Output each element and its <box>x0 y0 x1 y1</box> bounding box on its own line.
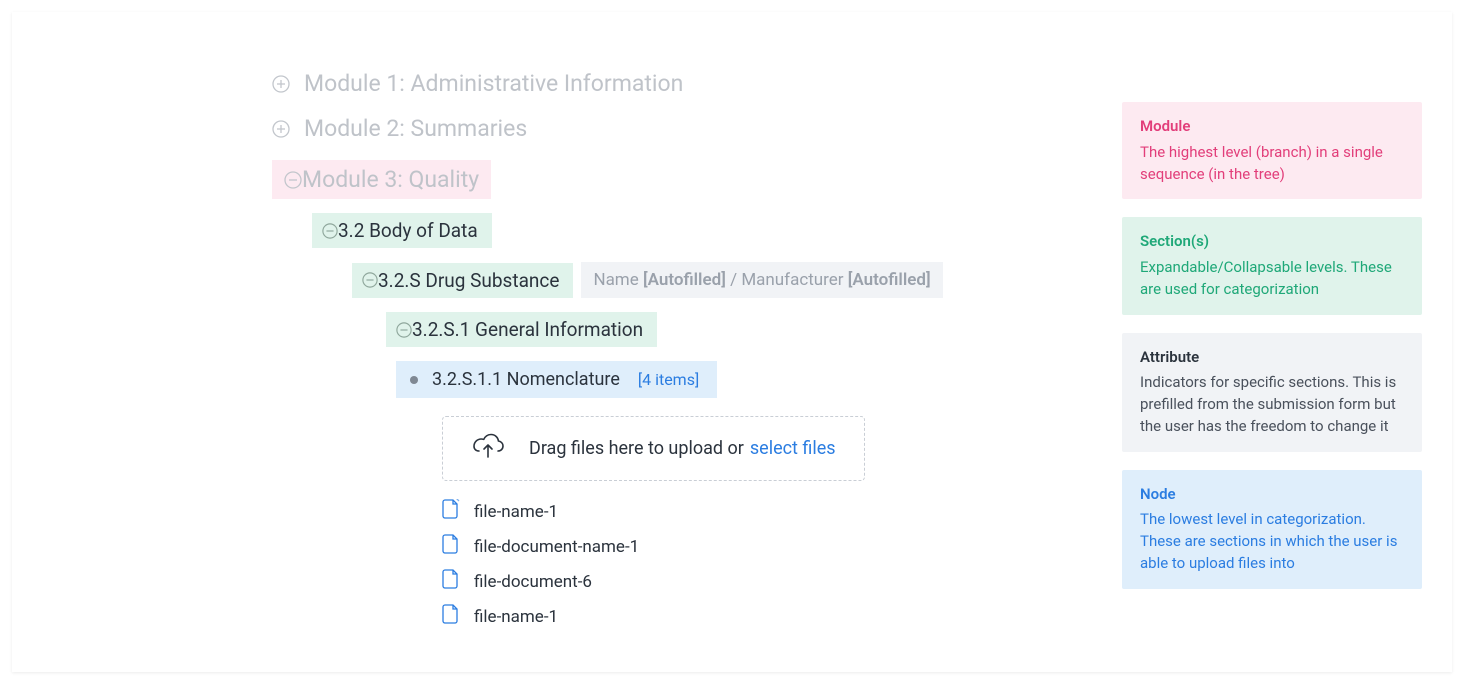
minus-circle-icon <box>284 171 302 189</box>
legend-card-attribute: Attribute Indicators for specific sectio… <box>1122 333 1422 452</box>
file-name: file-name-1 <box>474 607 558 627</box>
legend-module-body: The highest level (branch) in a single s… <box>1140 142 1404 186</box>
module-2-label: Module 2: Summaries <box>304 115 527 142</box>
legend-section-body: Expandable/Collapsable levels. These are… <box>1140 257 1404 301</box>
attr-mfr-label: Manufacturer <box>741 270 843 290</box>
legend-attr-body: Indicators for specific sections. This i… <box>1140 372 1404 437</box>
list-item[interactable]: file-document-6 <box>442 569 1072 594</box>
document-icon <box>442 604 460 629</box>
legend-card-module: Module The highest level (branch) in a s… <box>1122 102 1422 199</box>
module-1-label: Module 1: Administrative Information <box>304 70 683 97</box>
attr-name-value: [Autofilled] <box>643 270 726 290</box>
attr-mfr-value: [Autofilled] <box>848 270 931 290</box>
plus-circle-icon <box>272 75 290 93</box>
dropzone-text: Drag files here to upload or <box>529 438 744 459</box>
file-name: file-document-name-1 <box>474 537 639 557</box>
attr-name-label: Name <box>593 270 638 290</box>
minus-circle-icon <box>396 322 412 338</box>
legend-card-node: Node The lowest level in categorization.… <box>1122 470 1422 589</box>
section-row-32s[interactable]: 3.2.S Drug Substance <box>352 263 573 298</box>
section-row-32[interactable]: 3.2 Body of Data <box>312 213 492 248</box>
minus-circle-icon <box>362 272 378 288</box>
legend-module-title: Module <box>1140 116 1404 138</box>
legend-section-title: Section(s) <box>1140 231 1404 253</box>
minus-circle-icon <box>322 223 338 239</box>
node-32s11-label: 3.2.S.1.1 Nomenclature <box>432 369 620 390</box>
tree-panel: Module 1: Administrative Information Mod… <box>12 12 1072 672</box>
bullet-icon <box>410 376 418 384</box>
app-frame: Module 1: Administrative Information Mod… <box>12 12 1452 672</box>
attr-sep: / <box>730 270 741 290</box>
section-row-32s1[interactable]: 3.2.S.1 General Information <box>386 312 657 347</box>
module-3-label: Module 3: Quality <box>302 166 479 193</box>
document-icon <box>442 499 460 524</box>
legend-attr-title: Attribute <box>1140 347 1404 369</box>
file-list: file-name-1 file-document-name-1 file-do… <box>442 499 1072 629</box>
list-item[interactable]: file-name-1 <box>442 604 1072 629</box>
file-name: file-document-6 <box>474 572 592 592</box>
legend-card-section: Section(s) Expandable/Collapsable levels… <box>1122 217 1422 314</box>
plus-circle-icon <box>272 120 290 138</box>
file-name: file-name-1 <box>474 502 558 522</box>
legend-node-body: The lowest level in categorization. Thes… <box>1140 509 1404 574</box>
attribute-block[interactable]: Name [Autofilled] / Manufacturer [Autofi… <box>581 262 942 298</box>
document-icon <box>442 534 460 559</box>
legend-node-title: Node <box>1140 484 1404 506</box>
list-item[interactable]: file-document-name-1 <box>442 534 1072 559</box>
node-item-count: [4 items] <box>638 370 699 389</box>
cloud-upload-icon <box>471 433 505 464</box>
list-item[interactable]: file-name-1 <box>442 499 1072 524</box>
select-files-link[interactable]: select files <box>750 438 836 459</box>
section-32-label: 3.2 Body of Data <box>338 219 478 242</box>
section-32s-label: 3.2.S Drug Substance <box>378 269 559 292</box>
document-icon <box>442 569 460 594</box>
module-row-2[interactable]: Module 2: Summaries <box>272 115 1072 142</box>
module-row-1[interactable]: Module 1: Administrative Information <box>272 70 1072 97</box>
module-row-3[interactable]: Module 3: Quality <box>272 160 491 199</box>
section-32s1-label: 3.2.S.1 General Information <box>412 318 643 341</box>
file-dropzone[interactable]: Drag files here to upload or select file… <box>442 416 865 481</box>
node-row-32s11[interactable]: 3.2.S.1.1 Nomenclature [4 items] <box>396 361 717 398</box>
legend-panel: Module The highest level (branch) in a s… <box>1122 12 1452 672</box>
